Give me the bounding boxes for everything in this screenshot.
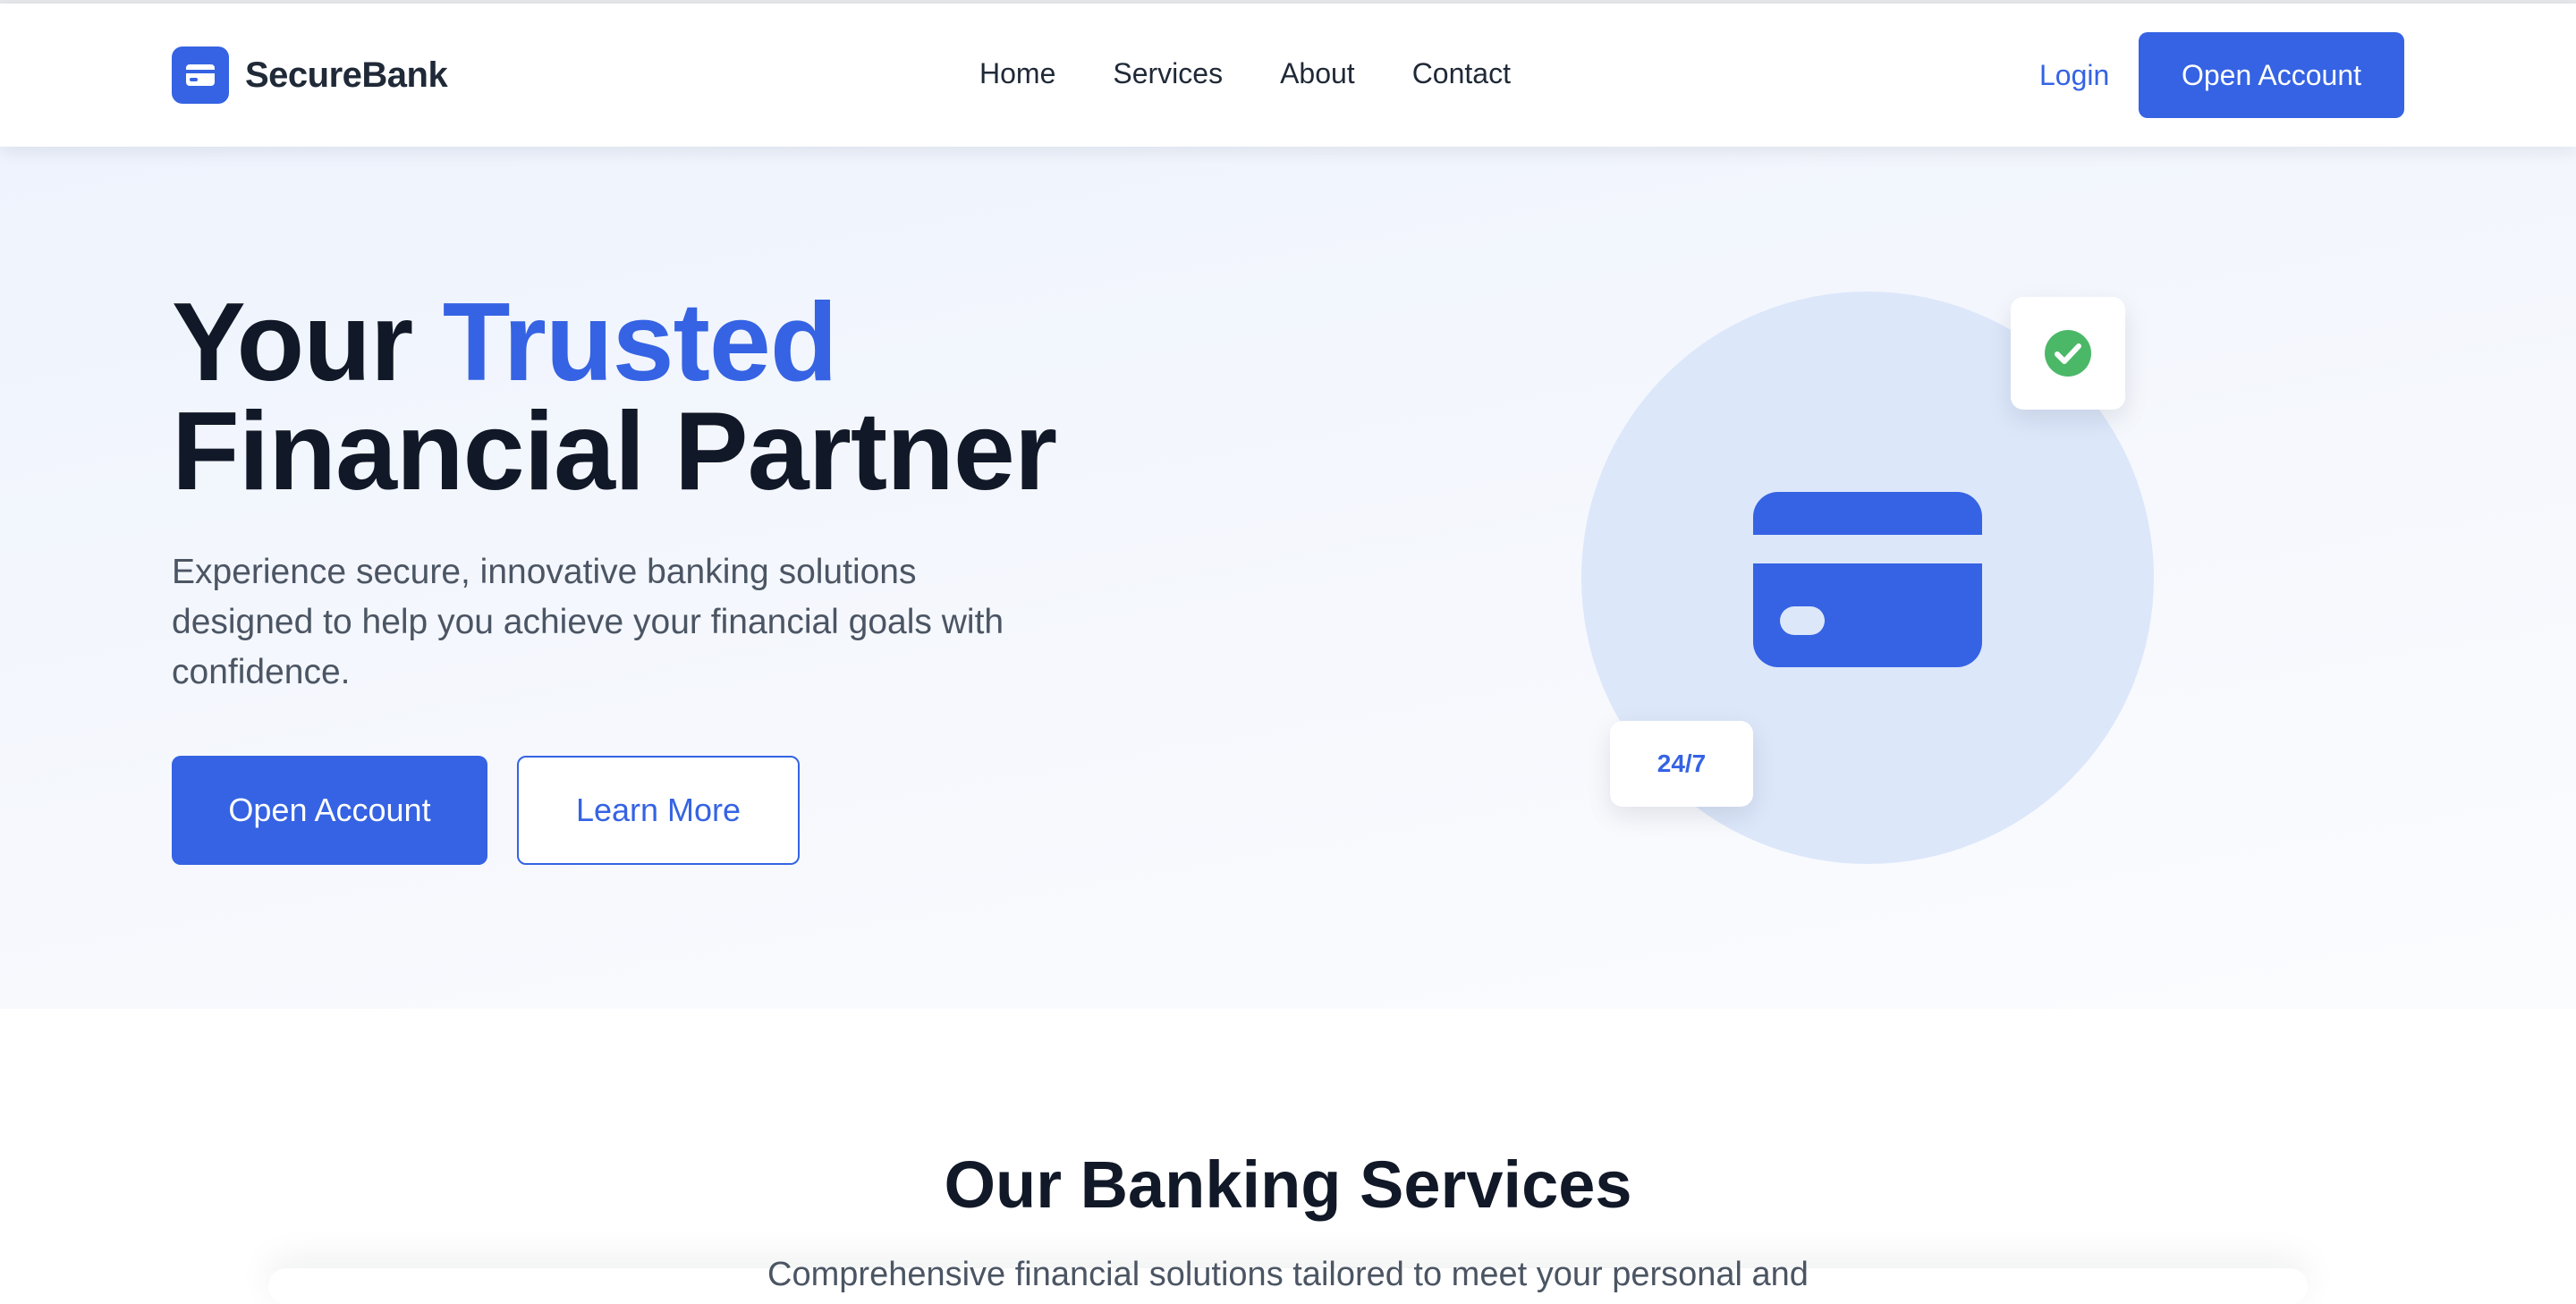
brand-name: SecureBank xyxy=(245,55,448,95)
nav-link-services[interactable]: Services xyxy=(1113,57,1223,90)
nav-link-about[interactable]: About xyxy=(1280,57,1355,90)
login-link[interactable]: Login xyxy=(2039,59,2109,92)
hero-title-accent: Trusted xyxy=(442,281,838,404)
hero-title: Your Trusted Financial Partner xyxy=(172,287,1057,507)
services-title: Our Banking Services xyxy=(944,1147,1632,1222)
services-subtitle: Comprehensive financial solutions tailor… xyxy=(767,1256,1809,1293)
main-nav: Home Services About Contact xyxy=(979,57,1511,90)
hero-subtitle: Experience secure, innovative banking so… xyxy=(172,553,1004,691)
hero-section: Your Trusted Financial Partner Experienc… xyxy=(0,147,2576,1009)
nav-open-account-button[interactable]: Open Account xyxy=(2139,32,2404,118)
security-check-badge xyxy=(2011,297,2125,410)
hero-title-line2: Financial Partner xyxy=(172,390,1057,513)
hero-learn-more-button[interactable]: Learn More xyxy=(517,756,800,865)
credit-card-icon xyxy=(172,47,229,104)
nav-link-contact[interactable]: Contact xyxy=(1412,57,1511,90)
hero-open-account-button[interactable]: Open Account xyxy=(172,756,487,865)
navbar: SecureBank Home Services About Contact L… xyxy=(0,4,2576,147)
brand[interactable]: SecureBank xyxy=(172,47,448,104)
hero-title-part1: Your xyxy=(172,281,443,404)
availability-badge: 24/7 xyxy=(1610,721,1753,807)
nav-link-home[interactable]: Home xyxy=(979,57,1055,90)
credit-card-icon xyxy=(1753,492,1982,672)
check-circle-icon xyxy=(2045,330,2091,377)
